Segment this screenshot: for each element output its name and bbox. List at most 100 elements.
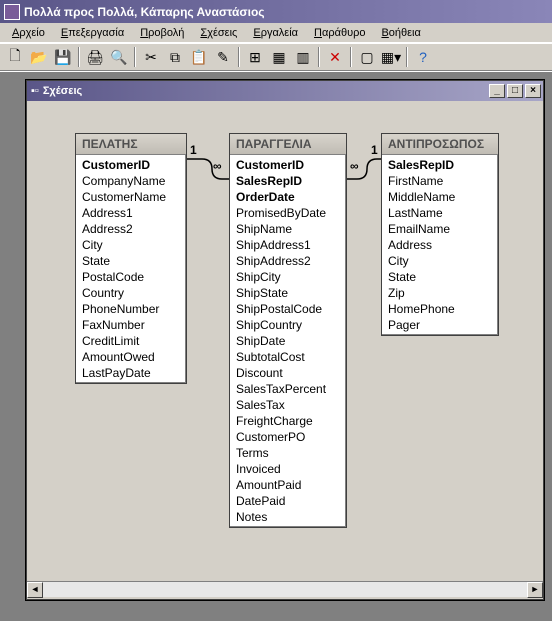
table-field[interactable]: CustomerPO (230, 429, 346, 445)
menu-view[interactable]: Προβολή (132, 25, 192, 41)
print-icon[interactable]: 🖨 (84, 46, 106, 68)
table-field[interactable]: Address (382, 237, 498, 253)
table-field[interactable]: SalesRepID (230, 173, 346, 189)
show-all-icon[interactable]: ▥ (292, 46, 314, 68)
table-header[interactable]: ΠΕΛΑΤΗΣ (76, 134, 186, 155)
paste-icon[interactable]: 📋 (188, 46, 210, 68)
table-field[interactable]: PhoneNumber (76, 301, 186, 317)
table-field[interactable]: ShipPostalCode (230, 301, 346, 317)
relationships-canvas[interactable]: 1 ∞ ∞ 1 ΠΕΛΑΤΗΣCustomerIDCompanyNameCust… (27, 101, 543, 581)
table-field[interactable]: Notes (230, 509, 346, 525)
rel-label-one: 1 (190, 143, 197, 157)
table-field[interactable]: PostalCode (76, 269, 186, 285)
menu-relationships[interactable]: Σχέσεις (192, 25, 245, 41)
open-icon[interactable]: 📂 (28, 46, 50, 68)
table-field[interactable]: CompanyName (76, 173, 186, 189)
table-field[interactable]: ShipAddress1 (230, 237, 346, 253)
table-header[interactable]: ΠΑΡΑΓΓΕΛΙΑ (230, 134, 346, 155)
table-field[interactable]: Terms (230, 445, 346, 461)
table-field[interactable]: City (76, 237, 186, 253)
window-icon[interactable]: ▢ (356, 46, 378, 68)
format-icon[interactable]: ✎ (212, 46, 234, 68)
table-field[interactable]: ShipName (230, 221, 346, 237)
grid-icon[interactable]: ▦▾ (380, 46, 402, 68)
add-table-icon[interactable]: ⊞ (244, 46, 266, 68)
app-title: Πολλά προς Πολλά, Κάπαρης Αναστάσιος (24, 5, 265, 19)
table-field[interactable]: State (382, 269, 498, 285)
table-field[interactable]: Discount (230, 365, 346, 381)
table-field[interactable]: SalesTax (230, 397, 346, 413)
rel-label-many: ∞ (350, 159, 359, 173)
maximize-button[interactable]: □ (507, 84, 523, 98)
table-field[interactable]: ShipAddress2 (230, 253, 346, 269)
table-field[interactable]: SalesRepID (382, 157, 498, 173)
table-field[interactable]: LastName (382, 205, 498, 221)
separator (134, 47, 136, 67)
table-header[interactable]: ΑΝΤΙΠΡΟΣΩΠΟΣ (382, 134, 498, 155)
save-icon[interactable]: 💾 (52, 46, 74, 68)
show-table-icon[interactable]: ▦ (268, 46, 290, 68)
table-field[interactable]: SubtotalCost (230, 349, 346, 365)
table-field[interactable]: Zip (382, 285, 498, 301)
menu-file[interactable]: Αρχείο (4, 25, 53, 41)
table-field[interactable]: ShipDate (230, 333, 346, 349)
preview-icon[interactable]: 🔍 (108, 46, 130, 68)
delete-icon[interactable]: ✕ (324, 46, 346, 68)
menu-tools[interactable]: Εργαλεία (245, 25, 306, 41)
new-icon[interactable]: 🗋 (4, 46, 26, 68)
child-title: Σχέσεις (43, 85, 82, 97)
menu-window[interactable]: Παράθυρο (306, 25, 373, 41)
table-field[interactable]: Country (76, 285, 186, 301)
table-field[interactable]: Address1 (76, 205, 186, 221)
table-field[interactable]: CustomerName (76, 189, 186, 205)
table-field[interactable]: Invoiced (230, 461, 346, 477)
minimize-button[interactable]: _ (489, 84, 505, 98)
separator (350, 47, 352, 67)
menubar: Αρχείο Επεξεργασία Προβολή Σχέσεις Εργαλ… (0, 23, 552, 43)
menu-edit[interactable]: Επεξεργασία (53, 25, 132, 41)
table-field[interactable]: CustomerID (230, 157, 346, 173)
app-titlebar: Πολλά προς Πολλά, Κάπαρης Αναστάσιος (0, 0, 552, 23)
relationships-window: ▪▫ Σχέσεις _ □ × 1 ∞ ∞ 1 ΠΕΛΑΤΗΣCustomer… (26, 80, 544, 600)
copy-icon[interactable]: ⧉ (164, 46, 186, 68)
table-field[interactable]: DatePaid (230, 493, 346, 509)
table-field[interactable]: FreightCharge (230, 413, 346, 429)
table-field[interactable]: Pager (382, 317, 498, 333)
table-field[interactable]: ShipState (230, 285, 346, 301)
scroll-right-button[interactable]: ► (527, 582, 543, 598)
help-icon[interactable]: ? (412, 46, 434, 68)
table-field[interactable]: AmountPaid (230, 477, 346, 493)
rel-label-one: 1 (371, 143, 378, 157)
table-field[interactable]: AmountOwed (76, 349, 186, 365)
toolbar: 🗋 📂 💾 🖨 🔍 ✂ ⧉ 📋 ✎ ⊞ ▦ ▥ ✕ ▢ ▦▾ ? (0, 43, 552, 71)
table-box[interactable]: ΠΑΡΑΓΓΕΛΙΑ CustomerIDSalesRepIDOrderDateP… (229, 133, 347, 528)
table-field[interactable]: State (76, 253, 186, 269)
table-box[interactable]: ΑΝΤΙΠΡΟΣΩΠΟΣSalesRepIDFirstNameMiddleNam… (381, 133, 499, 336)
separator (406, 47, 408, 67)
child-titlebar: ▪▫ Σχέσεις _ □ × (27, 81, 543, 101)
table-field[interactable]: SalesTaxPercent (230, 381, 346, 397)
close-button[interactable]: × (525, 84, 541, 98)
table-field[interactable]: PromisedByDate (230, 205, 346, 221)
table-fields: CustomerIDCompanyNameCustomerNameAddress… (76, 155, 186, 383)
table-field[interactable]: CustomerID (76, 157, 186, 173)
table-fields: SalesRepIDFirstNameMiddleNameLastNameEma… (382, 155, 498, 335)
scroll-left-button[interactable]: ◄ (27, 582, 43, 598)
cut-icon[interactable]: ✂ (140, 46, 162, 68)
table-field[interactable]: CreditLimit (76, 333, 186, 349)
table-field[interactable]: FirstName (382, 173, 498, 189)
table-field[interactable]: OrderDate (230, 189, 346, 205)
table-field[interactable]: EmailName (382, 221, 498, 237)
table-field[interactable]: ShipCountry (230, 317, 346, 333)
horizontal-scrollbar[interactable]: ◄ ► (27, 581, 543, 597)
table-field[interactable]: City (382, 253, 498, 269)
menu-help[interactable]: Βοήθεια (373, 25, 428, 41)
app-icon (4, 4, 20, 20)
table-box[interactable]: ΠΕΛΑΤΗΣCustomerIDCompanyNameCustomerName… (75, 133, 187, 384)
table-field[interactable]: ShipCity (230, 269, 346, 285)
table-field[interactable]: HomePhone (382, 301, 498, 317)
table-field[interactable]: FaxNumber (76, 317, 186, 333)
table-field[interactable]: Address2 (76, 221, 186, 237)
table-field[interactable]: MiddleName (382, 189, 498, 205)
table-field[interactable]: LastPayDate (76, 365, 186, 381)
